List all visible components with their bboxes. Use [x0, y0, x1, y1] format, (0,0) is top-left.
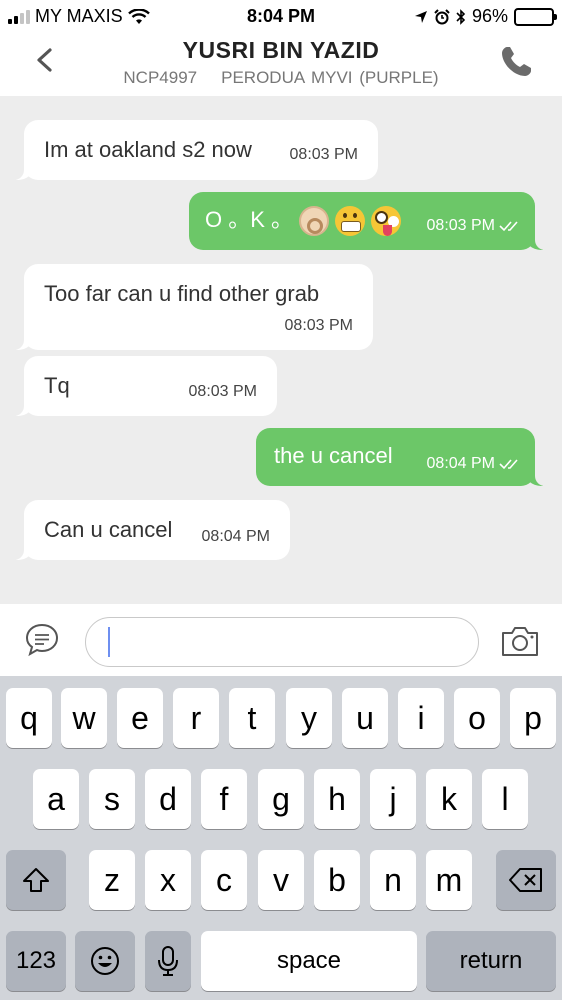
shift-icon	[23, 868, 49, 892]
message-time: 08:03 PM	[427, 218, 523, 234]
key-a[interactable]: a	[33, 769, 79, 829]
status-bar: MY MAXIS 8:04 PM 96%	[0, 0, 562, 32]
phone-icon[interactable]	[498, 42, 536, 80]
key-e[interactable]: e	[117, 688, 163, 748]
key-g[interactable]: g	[258, 769, 304, 829]
message-time-text: 08:03 PM	[426, 217, 495, 234]
message-text: the u cancel	[274, 443, 393, 468]
key-q[interactable]: q	[6, 688, 52, 748]
message-text-content: O 。K 。	[205, 206, 294, 232]
message-time: 08:03 PM	[284, 317, 353, 334]
keyboard: q w e r t y u i o p a s d f g h j k l z …	[0, 676, 562, 1000]
vehicle-info: NCP4997 PERODUA MYVI (PURPLE)	[0, 68, 562, 88]
numbers-key[interactable]: 123	[6, 931, 66, 991]
vehicle-model: PERODUA MYVI (PURPLE)	[221, 68, 439, 87]
location-arrow-icon	[414, 10, 427, 23]
message-bubble-outgoing[interactable]: the u cancel 08:04 PM	[256, 428, 551, 486]
key-d[interactable]: d	[145, 769, 191, 829]
alarm-icon	[434, 8, 450, 24]
message-text: O 。K 。	[205, 206, 402, 236]
message-bubble-incoming[interactable]: Im at oakland s2 now 08:03 PM	[8, 120, 378, 180]
key-l[interactable]: l	[482, 769, 528, 829]
ok-hand-emoji	[299, 206, 330, 236]
key-s[interactable]: s	[89, 769, 135, 829]
double-check-icon	[499, 459, 518, 469]
key-c[interactable]: c	[201, 850, 247, 910]
message-time: 08:03 PM	[188, 383, 257, 400]
space-key[interactable]: space	[201, 931, 417, 991]
message-bubble-outgoing[interactable]: O 。K 。 08:03 PM	[189, 192, 551, 250]
key-n[interactable]: n	[370, 850, 416, 910]
message-bubble-incoming[interactable]: Can u cancel 08:04 PM	[8, 500, 290, 560]
key-t[interactable]: t	[229, 688, 275, 748]
emoji-key[interactable]	[75, 931, 135, 991]
double-check-icon	[499, 221, 518, 231]
message-text: Can u cancel	[44, 517, 173, 542]
message-list: Im at oakland s2 now 08:03 PM O 。K 。 08:…	[0, 96, 562, 604]
message-bubble-incoming[interactable]: Too far can u find other grab 08:03 PM	[8, 264, 373, 350]
key-m[interactable]: m	[426, 850, 472, 910]
chat-bubble-icon[interactable]	[24, 622, 60, 658]
camera-icon[interactable]	[500, 624, 540, 658]
key-z[interactable]: z	[89, 850, 135, 910]
chat-header: YUSRI BIN YAZID NCP4997 PERODUA MYVI (PUR…	[0, 32, 562, 96]
zany-face-emoji	[371, 206, 402, 236]
battery-percent: 96%	[471, 6, 508, 26]
status-right: 96%	[414, 6, 557, 27]
key-f[interactable]: f	[201, 769, 247, 829]
key-y[interactable]: y	[286, 688, 332, 748]
key-x[interactable]: x	[145, 850, 191, 910]
driver-name: YUSRI BIN YAZID	[182, 37, 380, 63]
key-j[interactable]: j	[370, 769, 416, 829]
message-time: 08:03 PM	[289, 146, 358, 163]
message-time: 08:04 PM	[201, 528, 270, 545]
key-r[interactable]: r	[173, 688, 219, 748]
key-i[interactable]: i	[398, 688, 444, 748]
grimacing-face-emoji	[335, 206, 366, 236]
plate-number: NCP4997	[123, 68, 198, 87]
key-w[interactable]: w	[61, 688, 107, 748]
message-text: Too far can u find other grab	[44, 281, 320, 306]
microphone-icon	[158, 946, 178, 976]
key-u[interactable]: u	[342, 688, 388, 748]
message-bubble-incoming[interactable]: Tq 08:03 PM	[8, 356, 277, 416]
message-time: 08:04 PM	[427, 456, 523, 472]
message-text: Im at oakland s2 now	[44, 137, 252, 162]
backspace-key[interactable]	[496, 850, 556, 910]
emoji-icon	[91, 947, 119, 975]
shift-key[interactable]	[6, 850, 66, 910]
message-text: Tq	[44, 373, 70, 398]
key-b[interactable]: b	[314, 850, 360, 910]
message-input[interactable]	[85, 617, 479, 667]
return-key[interactable]: return	[426, 931, 556, 991]
battery-icon	[514, 7, 557, 26]
message-time-text: 08:04 PM	[426, 455, 495, 472]
key-k[interactable]: k	[426, 769, 472, 829]
bluetooth-icon	[456, 8, 466, 25]
key-o[interactable]: o	[454, 688, 500, 748]
backspace-icon	[509, 868, 542, 892]
key-v[interactable]: v	[258, 850, 304, 910]
message-input-bar	[0, 604, 562, 676]
dictation-key[interactable]	[145, 931, 191, 991]
text-cursor	[108, 627, 110, 657]
key-p[interactable]: p	[510, 688, 556, 748]
key-h[interactable]: h	[314, 769, 360, 829]
